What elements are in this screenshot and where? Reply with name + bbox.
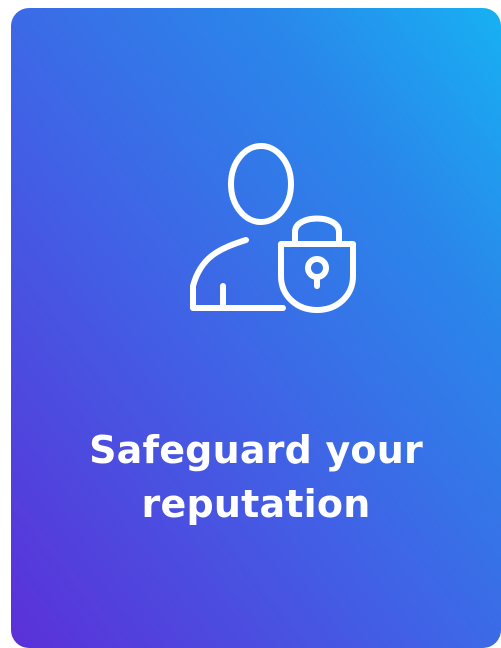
- card-title-line2: reputation: [141, 482, 371, 526]
- card-title: Safeguard your reputation: [11, 423, 501, 531]
- feature-card: Safeguard your reputation: [11, 8, 501, 648]
- card-title-line1: Safeguard your: [89, 428, 423, 472]
- user-lock-icon: [171, 136, 371, 336]
